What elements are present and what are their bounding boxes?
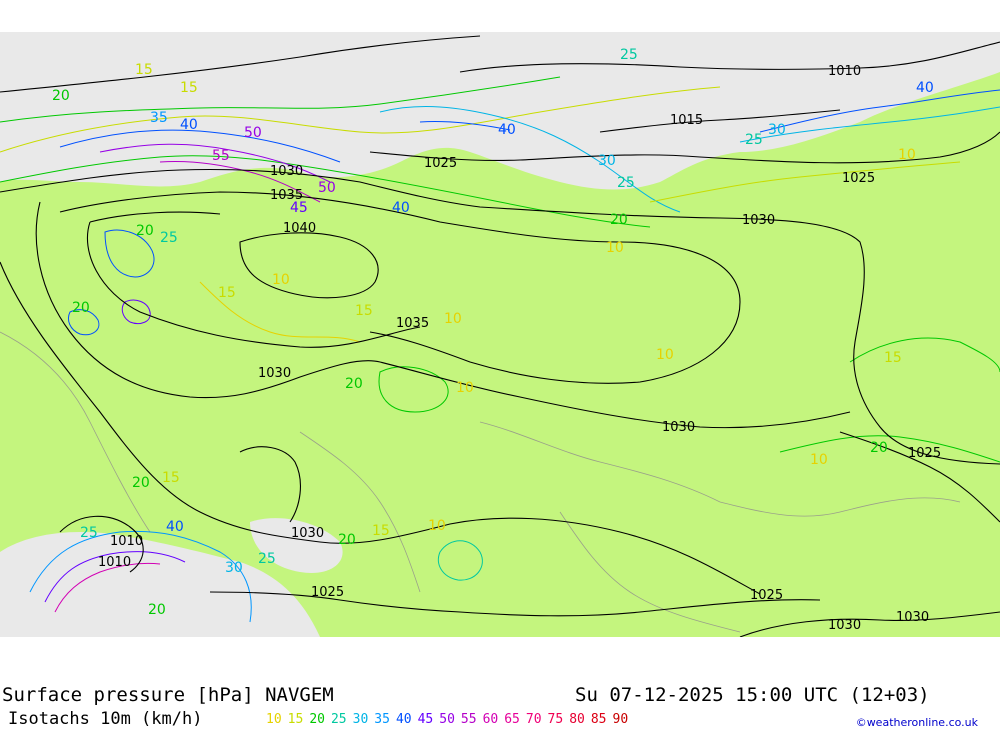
legend-value-25: 25 xyxy=(330,712,347,727)
isotach-label: 25 xyxy=(620,47,638,63)
isobar-label: 1025 xyxy=(311,585,344,600)
isotach-label: 40 xyxy=(180,117,198,133)
legend-value-20: 20 xyxy=(309,712,325,727)
isotach-label: 25 xyxy=(258,551,276,567)
isobar-label: 1040 xyxy=(283,221,316,236)
isotach-label: 25 xyxy=(80,525,98,541)
isotach-label: 25 xyxy=(160,230,178,246)
legend-value-10: 10 xyxy=(266,712,282,727)
legend-value-75: 75 xyxy=(547,712,564,727)
isobar-label: 1030 xyxy=(291,526,324,541)
isobar-label: 1030 xyxy=(258,366,291,381)
isotach-label: 10 xyxy=(656,347,674,363)
isobar-label: 1025 xyxy=(424,156,457,171)
legend-value-30: 30 xyxy=(352,712,369,727)
isotach-label: 20 xyxy=(870,440,888,456)
legend-value-45: 45 xyxy=(417,712,434,727)
isotach-label: 35 xyxy=(150,110,168,126)
isotach-label: 10 xyxy=(810,452,828,468)
isotach-label: 50 xyxy=(244,125,262,141)
isotach-label: 10 xyxy=(898,147,916,163)
isotach-label: 15 xyxy=(135,62,153,78)
isotach-label: 25 xyxy=(617,175,635,191)
isotach-label: 20 xyxy=(148,602,166,618)
isotach-label: 10 xyxy=(606,240,624,256)
isotach-label: 50 xyxy=(318,180,336,196)
isotach-label: 20 xyxy=(132,475,150,491)
isotach-label: 10 xyxy=(428,518,446,534)
isotach-label: 20 xyxy=(52,88,70,104)
isotach-label: 20 xyxy=(338,532,356,548)
isobar-label: 1030 xyxy=(828,618,861,633)
isotach-label: 15 xyxy=(180,80,198,96)
isobar-label: 1030 xyxy=(896,610,929,625)
isobar-label: 1015 xyxy=(670,113,703,128)
isobar-label: 1010 xyxy=(98,555,131,570)
isotach-label: 10 xyxy=(272,272,290,288)
isotach-label: 40 xyxy=(166,519,184,535)
legend-value-90: 90 xyxy=(612,712,629,727)
isobar-label: 1030 xyxy=(662,420,695,435)
weather-map: 1010 1015 1025 1025 1030 1035 1040 1030 … xyxy=(0,32,1000,638)
isotach-label: 20 xyxy=(136,223,154,239)
isotach-label: 15 xyxy=(884,350,902,366)
credit-link[interactable]: ©weatheronline.co.uk xyxy=(856,716,978,729)
isotach-label: 15 xyxy=(162,470,180,486)
isotach-label: 40 xyxy=(916,80,934,96)
isotach-label: 15 xyxy=(355,303,373,319)
isobar-label: 1025 xyxy=(908,446,941,461)
isotach-label: 20 xyxy=(72,300,90,316)
legend-value-60: 60 xyxy=(482,712,499,727)
isotach-label: 20 xyxy=(610,212,628,228)
isotach-label: 10 xyxy=(444,311,462,327)
isobar-label: 1030 xyxy=(270,164,303,179)
legend-value-15: 15 xyxy=(287,712,304,727)
isobar-label: 1010 xyxy=(828,64,861,79)
isotach-label: 10 xyxy=(456,380,474,396)
isotach-label: 30 xyxy=(768,122,786,138)
isobar-label: 1025 xyxy=(750,588,783,603)
isotach-legend-scale: 10 15 20 25 30 35 40 45 50 55 60 65 70 75 80 85 90 xyxy=(266,712,634,727)
isobar-label: 1035 xyxy=(396,316,429,331)
isotach-label: 30 xyxy=(225,560,243,576)
isobar-label: 1025 xyxy=(842,171,875,186)
isotach-label: 40 xyxy=(498,122,516,138)
isotach-label: 55 xyxy=(212,148,230,164)
isobar-label: 1010 xyxy=(110,534,143,549)
legend-value-65: 65 xyxy=(504,712,520,727)
legend-title: Isotachs 10m (km/h) xyxy=(8,709,203,729)
valid-datetime: Su 07-12-2025 15:00 UTC (12+03) xyxy=(575,684,930,706)
map-title: Surface pressure [hPa] NAVGEM xyxy=(2,684,334,706)
isotach-label: 40 xyxy=(392,200,410,216)
legend-value-80: 80 xyxy=(569,712,585,727)
isotach-label: 15 xyxy=(218,285,236,301)
isotach-label: 15 xyxy=(372,523,390,539)
isotach-label: 30 xyxy=(598,153,616,169)
isotach-label: 45 xyxy=(290,200,308,216)
legend-value-50: 50 xyxy=(439,712,455,727)
map-canvas: 1010 1015 1025 1025 1030 1035 1040 1030 … xyxy=(0,32,1000,638)
isobar-label: 1030 xyxy=(742,213,775,228)
isotach-label: 20 xyxy=(345,376,363,392)
legend-value-85: 85 xyxy=(590,712,607,727)
legend-value-70: 70 xyxy=(525,712,542,727)
legend-value-55: 55 xyxy=(460,712,477,727)
isotach-label: 25 xyxy=(745,132,763,148)
legend-value-40: 40 xyxy=(395,712,412,727)
legend-value-35: 35 xyxy=(374,712,390,727)
